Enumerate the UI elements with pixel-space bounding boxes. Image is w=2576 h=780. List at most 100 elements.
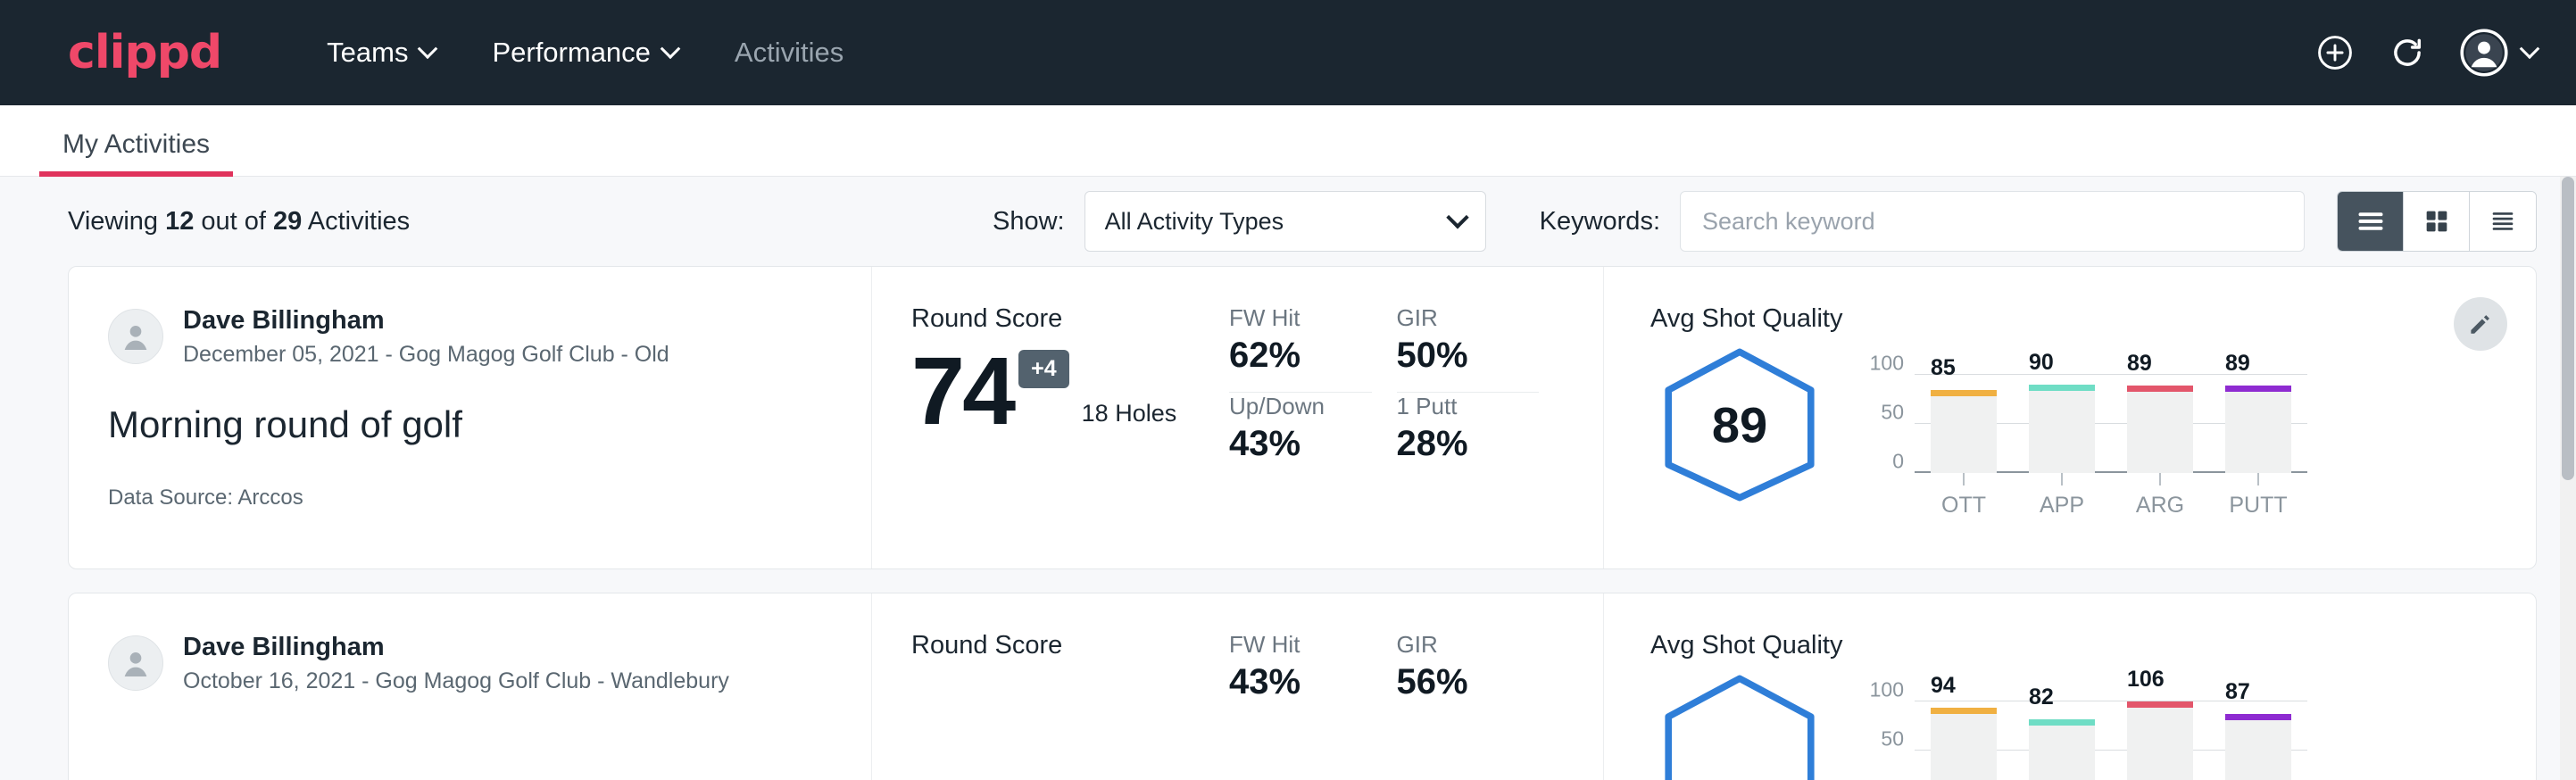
player-name: Dave Billingham: [183, 304, 669, 336]
chevron-down-icon: [418, 38, 438, 59]
viewing-prefix: Viewing: [68, 207, 165, 236]
chart-x-tick: [2159, 473, 2161, 485]
clippd-logo[interactable]: clippd: [68, 29, 221, 76]
view-mode-grid[interactable]: [2404, 192, 2470, 251]
stat-gir-value: 56%: [1397, 662, 1540, 702]
chart-bar-cap: [2029, 385, 2095, 391]
page-scrollbar[interactable]: [2560, 177, 2576, 780]
chart-bar-slot: 85: [1915, 375, 2013, 473]
round-score-delta-badge: +4: [1018, 350, 1069, 388]
keywords-label: Keywords:: [1540, 207, 1660, 236]
nav-item-activities-label: Activities: [735, 37, 843, 69]
chart-bar-cap: [2127, 701, 2193, 708]
refresh-icon[interactable]: [2389, 34, 2426, 71]
viewing-total: 29: [273, 207, 302, 236]
avg-shot-quality-body: 89 05010085908989OTTAPPARGPUTT: [1650, 339, 2536, 528]
stat-column-right: GIR 56%: [1397, 631, 1565, 780]
viewing-suffix: Activities: [302, 207, 410, 236]
round-score-label: Round Score: [911, 631, 1229, 660]
stat-gir-label: GIR: [1397, 304, 1540, 332]
round-score-section: Round Score 74 +4 18 Holes: [872, 267, 1229, 568]
chart-bar-slot: 87: [2209, 701, 2307, 780]
add-circle-icon[interactable]: [2315, 33, 2355, 72]
chart-bar-app[interactable]: 82: [2029, 719, 2095, 780]
chart-bar-slot: 94: [1915, 701, 2013, 780]
tab-my-activities-label: My Activities: [62, 129, 210, 159]
show-label: Show:: [993, 207, 1065, 236]
chart-plot-area: 050100948210687: [1915, 701, 2307, 780]
stat-one-putt: 1 Putt 28%: [1397, 393, 1565, 464]
chart-x-tick: [2061, 473, 2063, 485]
avg-shot-quality-section: Avg Shot Quality 89 05010085908989OTTAPP…: [1604, 267, 2536, 568]
tab-my-activities[interactable]: My Activities: [39, 129, 233, 176]
nav-item-teams[interactable]: Teams: [298, 28, 463, 78]
stat-gir-label: GIR: [1397, 631, 1540, 659]
filter-bar: Viewing 12 out of 29 Activities Show: Al…: [0, 177, 2576, 266]
chart-bar-cap: [1931, 708, 1997, 714]
chart-bar-putt[interactable]: 89: [2225, 386, 2291, 473]
stat-gir: GIR 56%: [1397, 631, 1565, 702]
chart-bar-value-label: 94: [1931, 673, 1956, 699]
chart-bar-app[interactable]: 90: [2029, 385, 2095, 473]
stat-column-right: GIR 50% 1 Putt 28%: [1397, 304, 1565, 568]
activity-type-select-value: All Activity Types: [1105, 208, 1284, 236]
chart-y-tick-label: 100: [1870, 351, 1904, 375]
shot-quality-bar-chart: 05010085908989OTTAPPARGPUTT: [1861, 350, 2307, 528]
nav-item-performance[interactable]: Performance: [463, 28, 705, 78]
stat-fw-hit: FW Hit 43%: [1229, 631, 1397, 702]
activity-type-select[interactable]: All Activity Types: [1084, 191, 1486, 252]
chart-y-tick-label: 50: [1881, 400, 1904, 424]
activity-meta: October 16, 2021 - Gog Magog Golf Club -…: [183, 667, 729, 696]
avatar-icon: [2460, 29, 2508, 77]
chart-plot-area: 05010085908989: [1915, 375, 2307, 473]
filter-controls: Show: All Activity Types Keywords:: [993, 191, 2537, 252]
view-mode-list[interactable]: [2338, 192, 2404, 251]
activity-card[interactable]: Dave Billingham December 05, 2021 - Gog …: [68, 266, 2537, 569]
round-score-section: Round Score: [872, 593, 1229, 780]
round-score-value-row: [911, 673, 1229, 689]
chart-bar-value-label: 85: [1931, 355, 1956, 381]
chart-bar-cap: [2029, 719, 2095, 726]
shot-quality-hexagon: 89: [1650, 344, 1829, 505]
player-name: Dave Billingham: [183, 631, 729, 663]
chart-bar-value-label: 89: [2225, 351, 2250, 377]
scrollbar-thumb[interactable]: [2562, 177, 2574, 480]
chart-x-tick-label: OTT: [1915, 493, 2013, 519]
chart-bar-value-label: 87: [2225, 679, 2250, 705]
top-navigation-bar: clippd Teams Performance Activities: [0, 0, 2576, 105]
chart-bar-cap: [2127, 386, 2193, 392]
shot-quality-bar-chart: 050100948210687OTTAPPARGPUTT: [1861, 676, 2307, 780]
round-stats: FW Hit 43% GIR 56%: [1229, 593, 1604, 780]
chart-x-tick-label: ARG: [2111, 493, 2209, 519]
chart-bar-value-label: 90: [2029, 350, 2054, 376]
stat-column-left: FW Hit 43%: [1229, 631, 1397, 780]
chart-bar-arg[interactable]: 106: [2127, 701, 2193, 780]
chart-bar-ott[interactable]: 94: [1931, 708, 1997, 780]
chart-y-tick-label: 100: [1870, 677, 1904, 701]
user-menu[interactable]: [2460, 29, 2537, 77]
stat-up-down-label: Up/Down: [1229, 393, 1372, 420]
shot-quality-value: 89: [1712, 396, 1767, 454]
chevron-down-icon: [661, 38, 681, 59]
chart-bar-slot: 89: [2209, 375, 2307, 473]
chart-bar-putt[interactable]: 87: [2225, 714, 2291, 780]
view-mode-detail[interactable]: [2470, 192, 2536, 251]
activity-card[interactable]: Dave Billingham October 16, 2021 - Gog M…: [68, 593, 2537, 780]
chart-bar-arg[interactable]: 89: [2127, 386, 2193, 473]
stat-gir: GIR 50%: [1397, 304, 1565, 376]
activity-author: Dave Billingham October 16, 2021 - Gog M…: [108, 631, 832, 696]
chart-bar-ott[interactable]: 85: [1931, 390, 1997, 474]
chart-bar-value-label: 106: [2127, 667, 2165, 693]
search-input[interactable]: [1680, 191, 2305, 252]
nav-item-activities[interactable]: Activities: [706, 28, 872, 78]
stat-up-down: Up/Down 43%: [1229, 393, 1397, 464]
chart-bar-cap: [1931, 390, 1997, 396]
chart-bar-value-label: 82: [2029, 685, 2054, 710]
chart-bars: 85 90 89 89: [1915, 375, 2307, 473]
shot-quality-hexagon: [1650, 671, 1829, 780]
stat-fw-hit-value: 43%: [1229, 662, 1372, 702]
edit-activity-button[interactable]: [2454, 297, 2507, 351]
avg-shot-quality-body: 050100948210687OTTAPPARGPUTT: [1650, 666, 2536, 780]
chart-bar-slot: 89: [2111, 375, 2209, 473]
chevron-down-icon: [2520, 38, 2540, 59]
